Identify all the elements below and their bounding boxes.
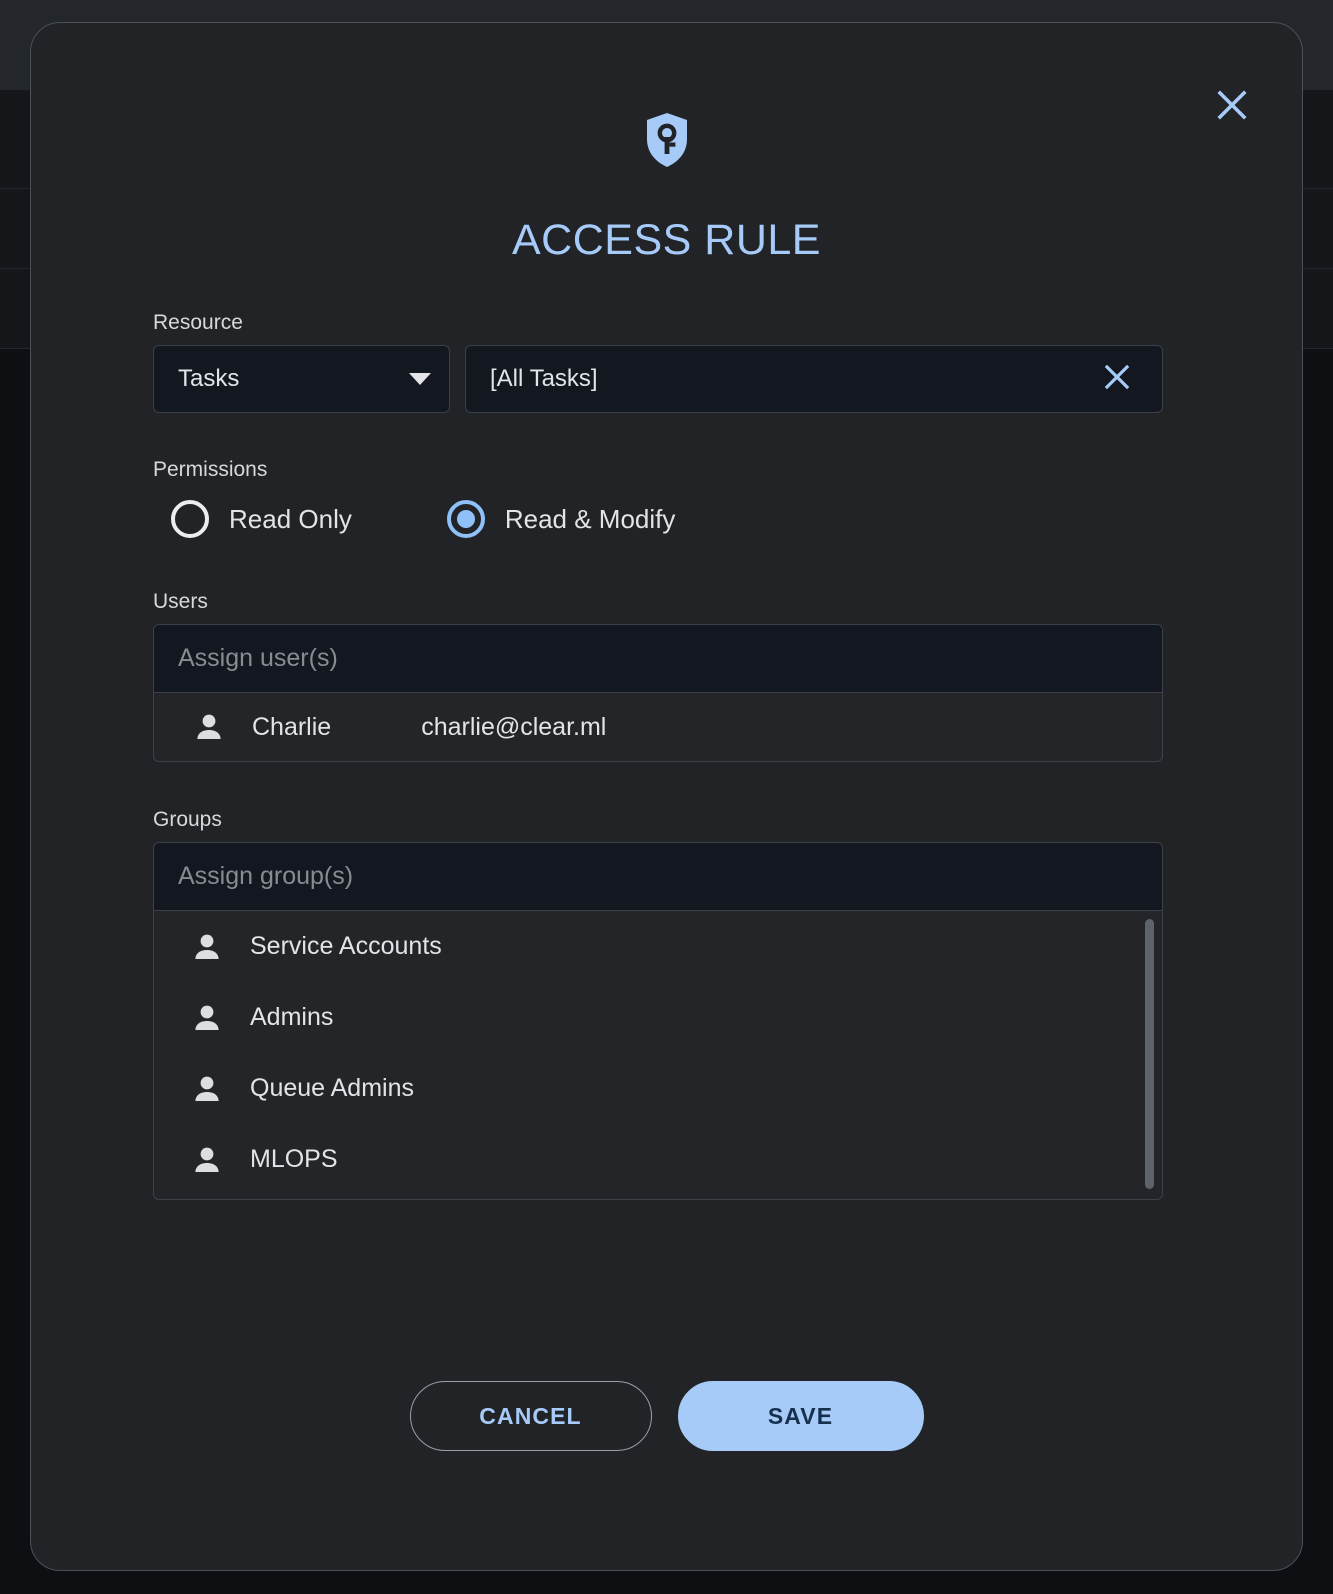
assign-groups-placeholder: Assign group(s) [178, 862, 354, 890]
chevron-down-icon [409, 373, 431, 385]
shield-key-icon [644, 111, 690, 174]
dialog-footer: CANCEL SAVE [31, 1381, 1302, 1451]
group-row[interactable]: Queue Admins [154, 1053, 1162, 1124]
assign-groups-input[interactable]: Assign group(s) [154, 843, 1162, 911]
group-name: Admins [250, 1003, 334, 1031]
person-icon [194, 713, 224, 741]
users-label: Users [153, 590, 208, 613]
save-button[interactable]: SAVE [677, 1381, 924, 1451]
group-row[interactable]: Admins [154, 982, 1162, 1053]
person-icon [192, 1146, 222, 1174]
shield-key-icon-wrapper [31, 111, 1302, 174]
group-row[interactable]: MLOPS [154, 1124, 1162, 1195]
access-rule-dialog: ACCESS RULE Resource Tasks [All Tasks] P… [30, 22, 1303, 1571]
person-icon [192, 933, 222, 961]
permission-option-label: Read & Modify [504, 503, 676, 534]
permission-option-read-modify[interactable]: Read & Modify [446, 500, 676, 538]
permissions-radio-group: Read Only Read & Modify [153, 500, 1163, 538]
cancel-button[interactable]: CANCEL [409, 1381, 652, 1451]
group-name: Queue Admins [250, 1074, 414, 1102]
groups-panel: Assign group(s) Service Accounts Admins … [153, 842, 1163, 1200]
resource-scope-value: [All Tasks] [490, 365, 598, 392]
resource-row: Tasks [All Tasks] [153, 345, 1163, 413]
user-email: charlie@clear.ml [421, 712, 607, 741]
radio-checked-icon [446, 500, 485, 538]
users-section: Users Assign user(s) Charlie charlie@cle… [153, 590, 1163, 762]
person-icon [192, 1075, 222, 1103]
person-icon [192, 1004, 222, 1032]
permissions-section: Permissions Read Only Read & Modify [153, 458, 1163, 538]
groups-list-scrollbar[interactable] [1145, 919, 1154, 1191]
users-panel: Assign user(s) Charlie charlie@clear.ml [153, 624, 1163, 762]
groups-section: Groups Assign group(s) Service Accounts [153, 808, 1163, 1200]
resource-type-value: Tasks [178, 365, 240, 392]
group-name: Service Accounts [250, 932, 442, 960]
permissions-label: Permissions [153, 458, 268, 481]
resource-scope-field[interactable]: [All Tasks] [465, 345, 1163, 413]
resource-type-select[interactable]: Tasks [153, 345, 450, 413]
group-row[interactable]: Service Accounts [154, 911, 1162, 982]
resource-section: Resource Tasks [All Tasks] [153, 311, 1163, 413]
permission-option-read-only[interactable]: Read Only [171, 500, 352, 538]
clear-resource-scope-button[interactable] [1096, 356, 1138, 403]
groups-options-list: Service Accounts Admins Queue Admins MLO… [154, 911, 1162, 1199]
assign-users-input[interactable]: Assign user(s) [154, 625, 1162, 693]
close-icon [1102, 362, 1132, 397]
permission-option-label: Read Only [229, 503, 352, 534]
radio-dot [456, 510, 475, 528]
user-row[interactable]: Charlie charlie@clear.ml [154, 693, 1162, 761]
user-name: Charlie [252, 712, 332, 741]
resource-label: Resource [153, 311, 243, 334]
radio-unchecked-icon [171, 500, 209, 538]
dialog-title: ACCESS RULE [512, 216, 821, 264]
groups-label: Groups [153, 808, 222, 831]
assign-users-placeholder: Assign user(s) [178, 644, 338, 672]
group-name: MLOPS [250, 1145, 338, 1173]
access-rule-form: Resource Tasks [All Tasks] Permissions R… [153, 311, 1163, 1200]
groups-list-scrollbar-thumb[interactable] [1145, 919, 1154, 1189]
